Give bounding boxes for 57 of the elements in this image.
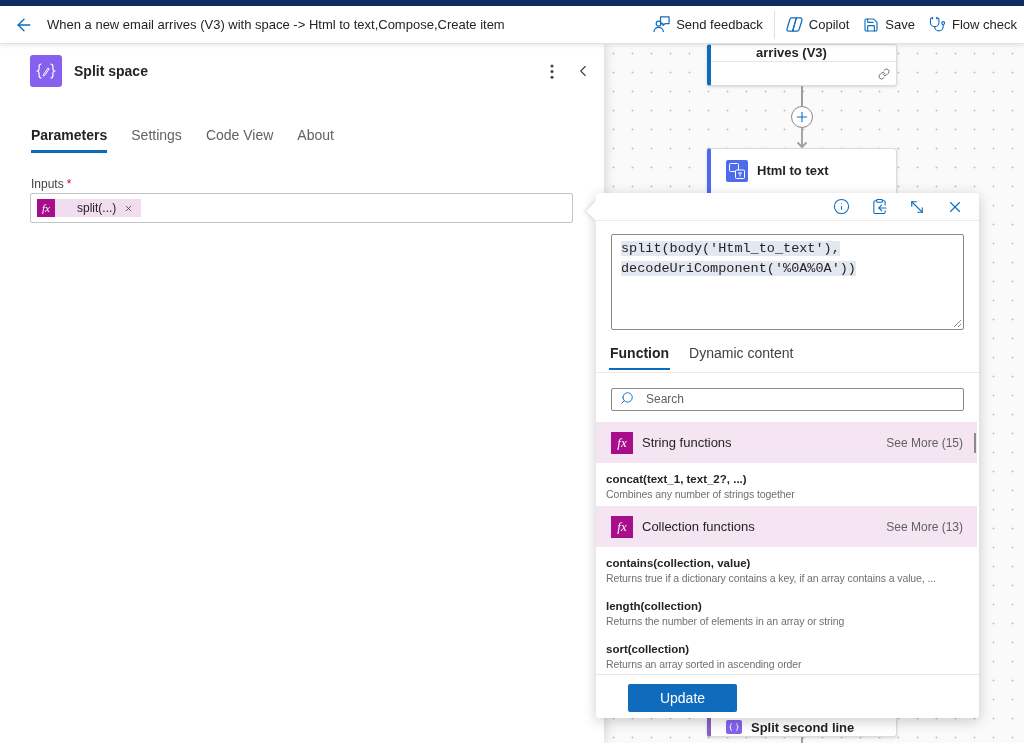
action-title: Split space (74, 61, 148, 81)
add-step-button[interactable] (791, 106, 813, 128)
save-icon (863, 16, 880, 33)
connector-line (801, 86, 803, 106)
function-item[interactable]: sort(collection) Returns an array sorted in ascending order (596, 633, 979, 674)
function-item[interactable]: contains(collection, value) Returns true if a dictionary contains a key, if an array contains a value, ... (596, 547, 979, 590)
trigger-card[interactable]: arrives (V3) (707, 44, 897, 86)
flow-checker-button[interactable]: Flow check (921, 9, 1024, 40)
card-title: arrives (V3) (756, 45, 827, 60)
remove-icon (124, 203, 134, 213)
panel-tab[interactable]: About (297, 119, 334, 153)
group-title: String functions (642, 433, 732, 452)
brackets-icon (726, 720, 742, 734)
group-title: Collection functions (642, 517, 755, 536)
connector-arrow (796, 128, 808, 148)
field-label: Inputs (31, 175, 64, 193)
editor-tab[interactable]: Function (609, 339, 671, 370)
function-icon: fx (611, 515, 633, 538)
card-title: Html to text (757, 162, 829, 181)
function-icon: fx (611, 431, 633, 454)
function-group-header[interactable]: fx Collection functions See More (13) (596, 506, 977, 547)
search-field[interactable]: Search (611, 387, 964, 411)
action-card[interactable]: Html to text (707, 148, 897, 193)
expression-field[interactable]: split(body('Html_to_text'), decodeUriComponent('%0A%0A')) (611, 234, 964, 330)
copilot-button[interactable]: Copilot (778, 9, 857, 40)
braces-icon (30, 55, 62, 87)
search-icon (620, 391, 634, 405)
function-item[interactable]: length(collection) Returns the number of elements in an array or string (596, 590, 979, 633)
person-chat-icon (653, 16, 671, 33)
send-feedback-button[interactable]: Send feedback (646, 9, 770, 40)
save-button[interactable]: Save (856, 9, 922, 40)
editor-tab[interactable]: Dynamic content (688, 339, 795, 370)
clipboard-icon (870, 198, 888, 215)
scrollbar-thumb[interactable] (974, 433, 976, 453)
function-item[interactable]: concat(text_1, text_2?, ...) Combines any number of strings together (596, 463, 979, 506)
more-icon (550, 63, 554, 79)
logo-icon (785, 16, 803, 33)
resize-grip-icon (953, 319, 961, 327)
required-mark: * (66, 175, 72, 193)
inputs-field[interactable]: fx split(...) (30, 193, 573, 223)
card-title: Split second line (751, 719, 855, 735)
function-icon: fx (37, 199, 55, 217)
info-icon (832, 198, 850, 215)
plus-icon (794, 109, 810, 125)
flow-title: When a new email arrives (V3) with space -> Html to text,Compose,Create item (47, 15, 505, 34)
panel-tab[interactable]: Code View (205, 119, 274, 153)
documents-icon (726, 160, 748, 182)
expression-token[interactable]: fx split(...) (37, 199, 142, 217)
link-icon (878, 67, 890, 80)
stethoscope-icon (928, 16, 946, 33)
action-card[interactable]: Split second line (707, 718, 897, 737)
function-group-header[interactable]: fx String functions See More (15) (596, 422, 977, 463)
see-more-link[interactable]: See More (15) (886, 433, 963, 452)
panel-tab[interactable]: Parameters (31, 119, 108, 153)
update-button[interactable]: Update (628, 684, 737, 712)
panel-tab[interactable]: Settings (131, 119, 182, 153)
see-more-link[interactable]: See More (13) (886, 517, 963, 536)
